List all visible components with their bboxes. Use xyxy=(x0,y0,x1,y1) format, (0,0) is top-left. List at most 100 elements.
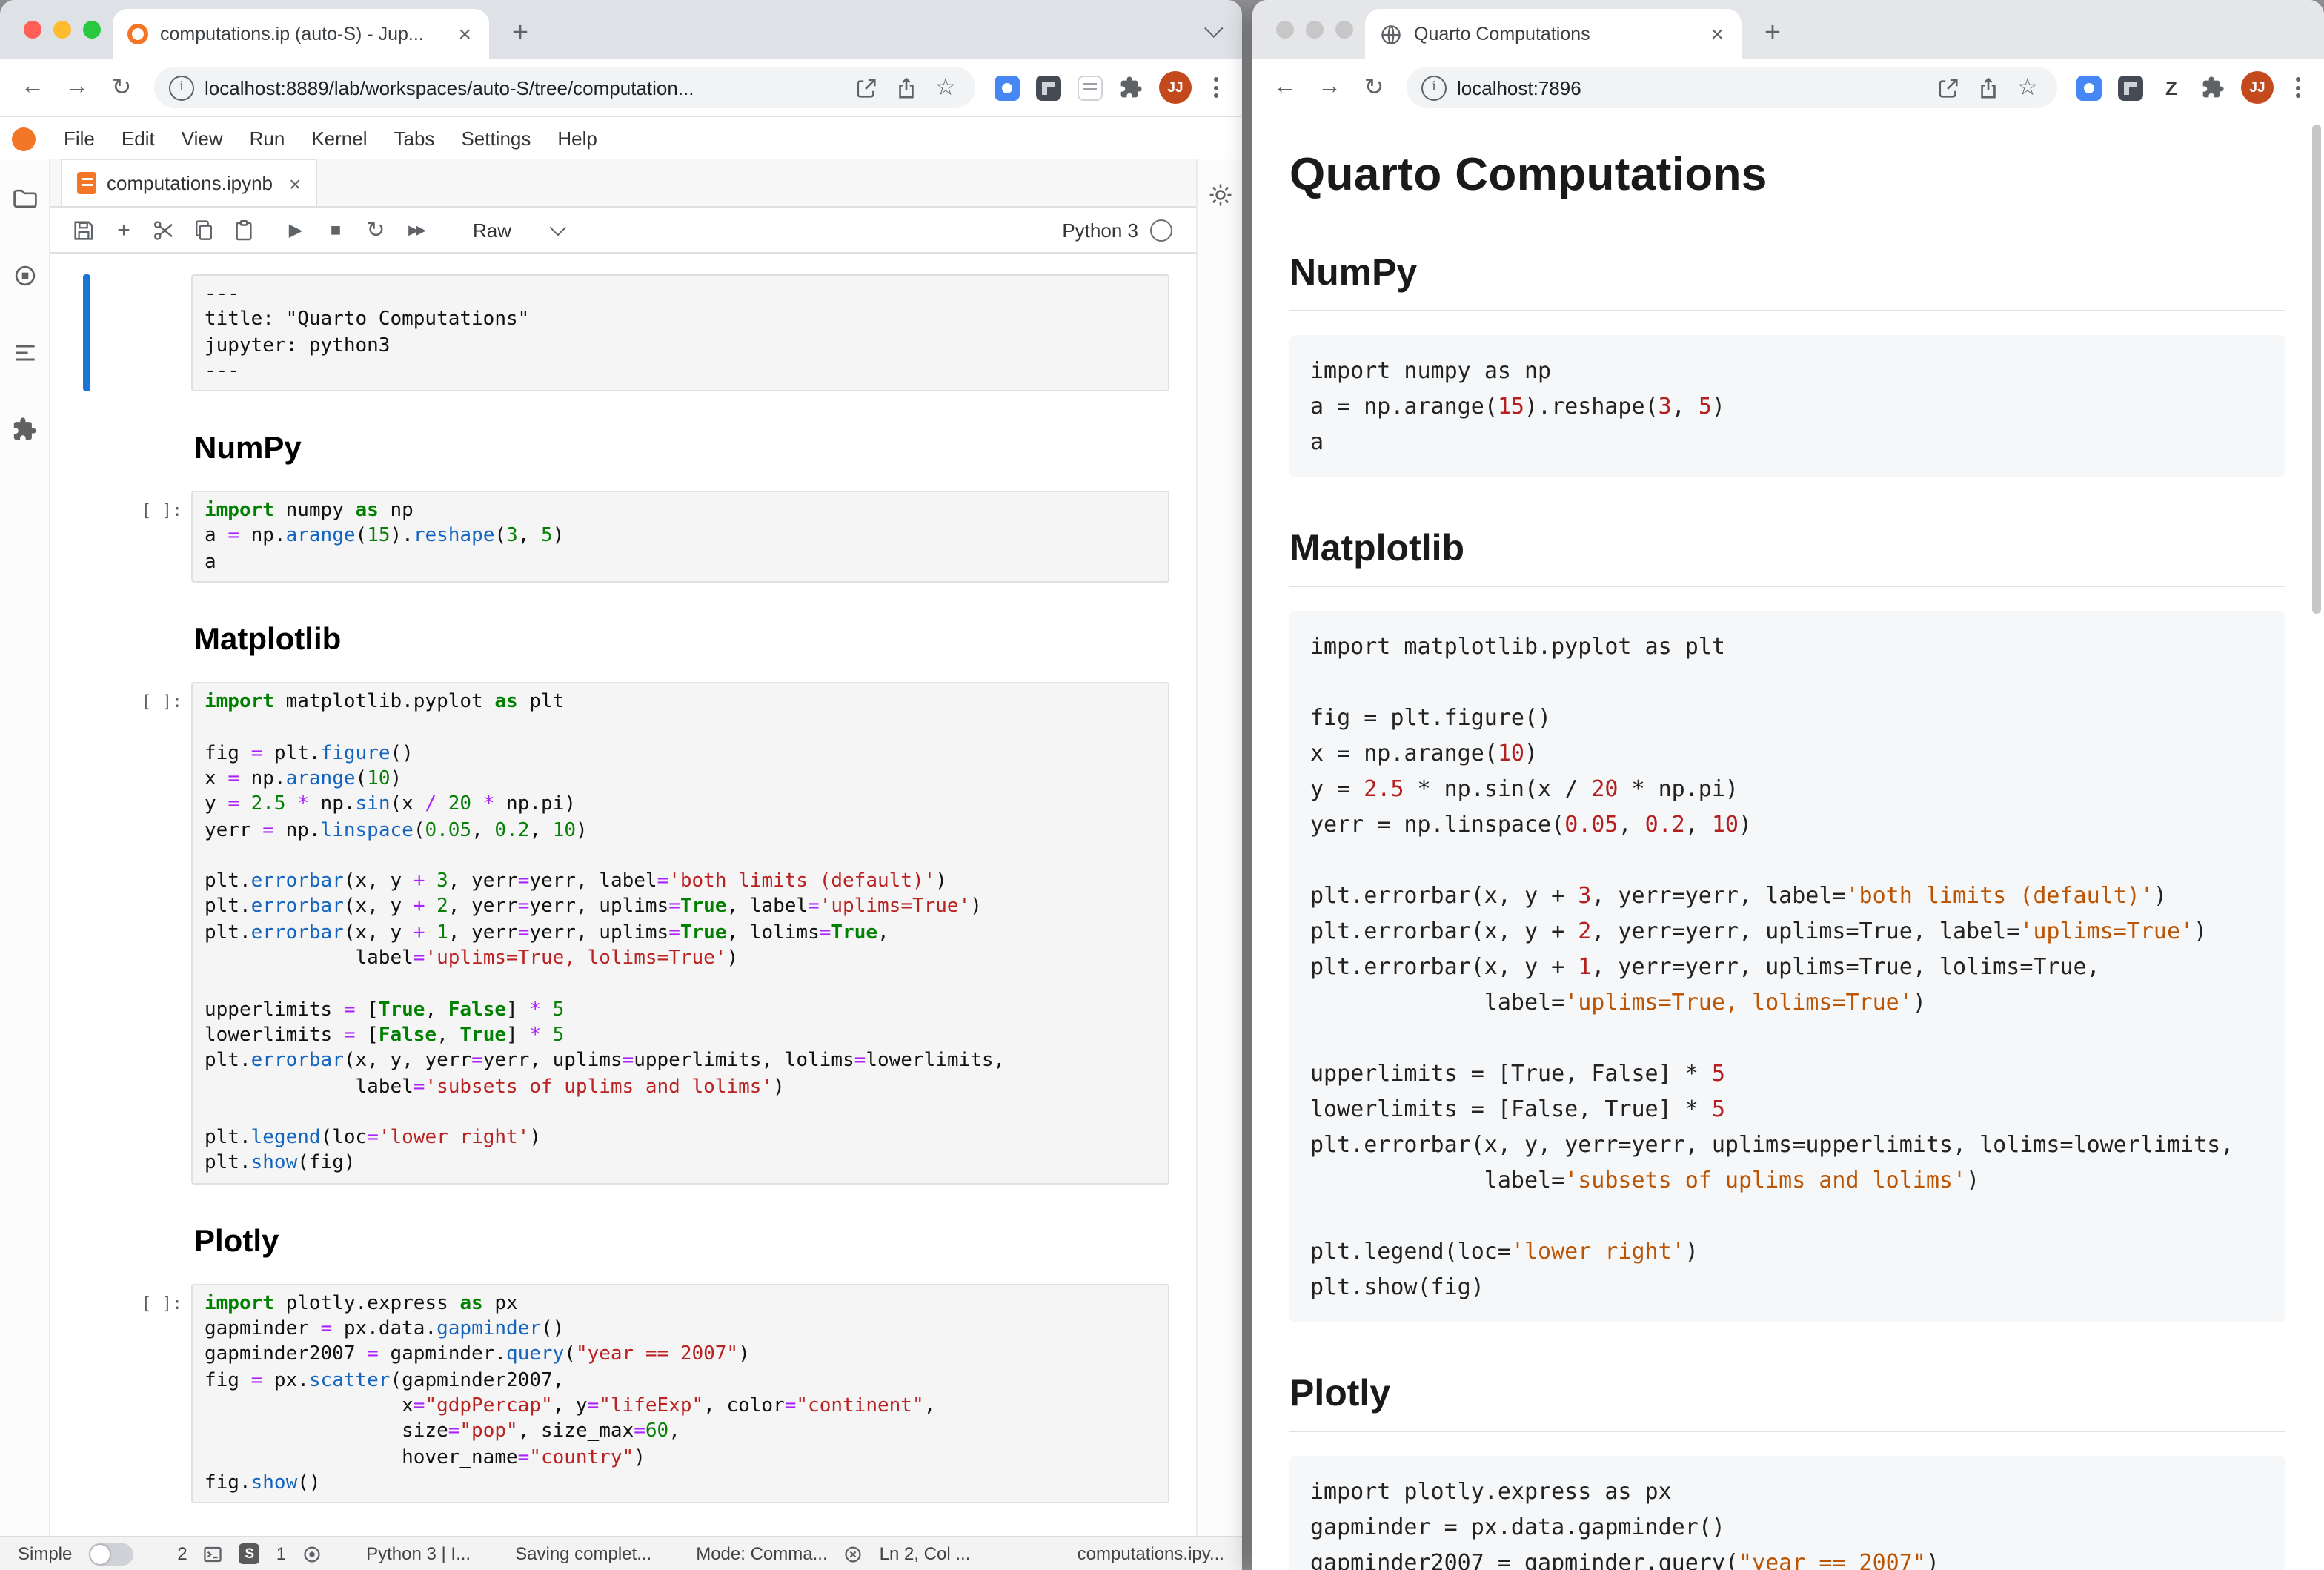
new-tab-button[interactable]: + xyxy=(501,15,540,53)
tab-close-icon[interactable]: × xyxy=(455,23,474,45)
desktop: computations.ip (auto-S) - Jup... × + ← … xyxy=(0,0,2324,1570)
browser-tab-quarto[interactable]: Quarto Computations × xyxy=(1365,9,1742,59)
extension-icon-z[interactable]: Z xyxy=(2157,73,2186,102)
menu-settings[interactable]: Settings xyxy=(448,127,544,150)
open-in-new-icon[interactable] xyxy=(851,73,880,102)
share-icon[interactable] xyxy=(891,73,920,102)
notification-icon[interactable] xyxy=(844,1544,863,1563)
extensions-puzzle-icon[interactable] xyxy=(1116,73,1146,102)
jupyter-status-bar: Simple 2 S 1 Python 3 | I... Saving comp… xyxy=(0,1536,1242,1570)
menu-edit[interactable]: Edit xyxy=(108,127,168,150)
add-cell-button[interactable]: + xyxy=(105,212,142,248)
bookmark-star-icon[interactable]: ☆ xyxy=(931,73,960,102)
extensions-puzzle-icon[interactable] xyxy=(2198,73,2228,102)
url-text: localhost:8889/lab/workspaces/auto-S/tre… xyxy=(205,76,840,99)
zoom-window-button[interactable] xyxy=(1335,21,1353,39)
notebook-tab-bar: computations.ipynb × xyxy=(50,159,1196,208)
kernel-indicator[interactable]: Python 3 xyxy=(1062,219,1181,241)
reload-icon[interactable]: ↻ xyxy=(1353,67,1395,108)
kernel-count[interactable]: 1 xyxy=(276,1543,286,1564)
new-tab-button[interactable]: + xyxy=(1753,15,1792,53)
browser-menu-kebab-icon[interactable] xyxy=(2282,77,2312,98)
browser-tab-jupyter[interactable]: computations.ip (auto-S) - Jup... × xyxy=(113,9,489,59)
code-cell-plotly: [ ]: import plotly.express as pxgapminde… xyxy=(50,1283,1196,1503)
menu-tabs[interactable]: Tabs xyxy=(381,127,448,150)
property-inspector-gear-icon[interactable] xyxy=(1207,182,1232,208)
copy-cells-button[interactable] xyxy=(185,212,222,248)
paste-cells-button[interactable] xyxy=(225,212,262,248)
minimize-window-button[interactable] xyxy=(53,21,71,39)
kernel-status-text[interactable]: Python 3 | I... xyxy=(366,1543,471,1564)
tab-strip: computations.ip (auto-S) - Jup... × + xyxy=(0,0,1242,59)
running-sessions-icon[interactable] xyxy=(11,262,38,289)
extension-icon-blue[interactable] xyxy=(2074,73,2103,102)
editor-mode[interactable]: Mode: Comma... xyxy=(696,1543,827,1564)
cell-collapser[interactable] xyxy=(83,1283,90,1503)
address-bar[interactable]: i localhost:7896 ☆ xyxy=(1407,67,2057,108)
menu-help[interactable]: Help xyxy=(544,127,611,150)
tab-search-chevron-icon[interactable] xyxy=(1204,19,1223,37)
notebook-tab[interactable]: computations.ipynb × xyxy=(61,159,317,206)
extension-manager-icon[interactable] xyxy=(12,417,37,442)
back-icon[interactable]: ← xyxy=(1264,67,1306,108)
cell-collapser[interactable] xyxy=(83,682,90,1184)
kernel-status-icon xyxy=(1150,219,1172,241)
site-info-icon[interactable]: i xyxy=(169,75,194,100)
stop-kernel-button[interactable]: ■ xyxy=(317,212,354,248)
bookmark-star-icon[interactable]: ☆ xyxy=(2013,73,2042,102)
back-icon[interactable]: ← xyxy=(12,67,53,108)
cell-prompt: [ ]: xyxy=(90,682,191,1184)
active-cell-collapser[interactable] xyxy=(83,274,90,391)
close-window-button[interactable] xyxy=(24,21,42,39)
close-window-button[interactable] xyxy=(1276,21,1294,39)
table-of-contents-icon[interactable] xyxy=(11,339,38,366)
menu-kernel[interactable]: Kernel xyxy=(298,127,380,150)
numpy-cell-editor[interactable]: import numpy as npa = np.arange(15).resh… xyxy=(191,491,1169,583)
avatar[interactable]: JJ xyxy=(2241,71,2274,104)
menu-file[interactable]: File xyxy=(50,127,108,150)
url-text: localhost:7896 xyxy=(1457,76,1922,99)
forward-icon[interactable]: → xyxy=(1309,67,1350,108)
cell-collapser[interactable] xyxy=(83,491,90,583)
saving-status: Saving complet... xyxy=(515,1543,651,1564)
notebook-tab-close-icon[interactable]: × xyxy=(289,171,301,195)
extension-icon-dark[interactable] xyxy=(1033,73,1063,102)
share-icon[interactable] xyxy=(1973,73,2002,102)
avatar[interactable]: JJ xyxy=(1159,71,1192,104)
address-bar[interactable]: i localhost:8889/lab/workspaces/auto-S/t… xyxy=(154,67,975,108)
page-scrollbar[interactable] xyxy=(2312,125,2321,614)
run-cell-button[interactable]: ▶ xyxy=(277,212,314,248)
section-heading-matplotlib: Matplotlib xyxy=(1289,528,2285,587)
menu-view[interactable]: View xyxy=(168,127,236,150)
file-browser-icon[interactable] xyxy=(11,185,38,212)
browser-menu-kebab-icon[interactable] xyxy=(1201,77,1230,98)
markdown-heading-plotly: Plotly xyxy=(194,1224,1196,1259)
raw-cell-editor[interactable]: ---title: "Quarto Computations"jupyter: … xyxy=(191,274,1169,391)
zoom-window-button[interactable] xyxy=(83,21,101,39)
matplotlib-cell-editor[interactable]: import matplotlib.pyplot as plt fig = pl… xyxy=(191,682,1169,1184)
tab-strip: Quarto Computations × + xyxy=(1252,0,2324,59)
site-info-icon[interactable]: i xyxy=(1421,75,1447,100)
extension-icon-blue[interactable] xyxy=(992,73,1021,102)
tab-close-icon[interactable]: × xyxy=(1707,23,1727,45)
terminal-count[interactable]: 2 xyxy=(177,1543,187,1564)
extension-icon-page[interactable] xyxy=(1075,73,1104,102)
cursor-position[interactable]: Ln 2, Col ... xyxy=(880,1543,971,1564)
open-in-new-icon[interactable] xyxy=(1933,73,1962,102)
simple-mode-toggle[interactable] xyxy=(88,1543,133,1565)
jupyter-menubar: File Edit View Run Kernel Tabs Settings … xyxy=(0,117,1242,162)
menu-run[interactable]: Run xyxy=(236,127,299,150)
cell-type-dropdown[interactable]: Raw xyxy=(461,216,574,244)
minimize-window-button[interactable] xyxy=(1306,21,1324,39)
cut-cells-button[interactable] xyxy=(145,212,182,248)
forward-icon[interactable]: → xyxy=(56,67,98,108)
save-button[interactable] xyxy=(65,212,102,248)
restart-run-all-button[interactable]: ▶▶ xyxy=(397,212,434,248)
restart-kernel-button[interactable]: ↻ xyxy=(357,212,394,248)
section-heading-numpy: NumPy xyxy=(1289,252,2285,311)
plotly-cell-editor[interactable]: import plotly.express as pxgapminder = p… xyxy=(191,1283,1169,1503)
extension-icon-grid[interactable] xyxy=(2115,73,2145,102)
traffic-lights xyxy=(24,21,101,39)
reload-icon[interactable]: ↻ xyxy=(101,67,142,108)
code-block-matplotlib: import matplotlib.pyplot as plt fig = pl… xyxy=(1289,611,2285,1322)
